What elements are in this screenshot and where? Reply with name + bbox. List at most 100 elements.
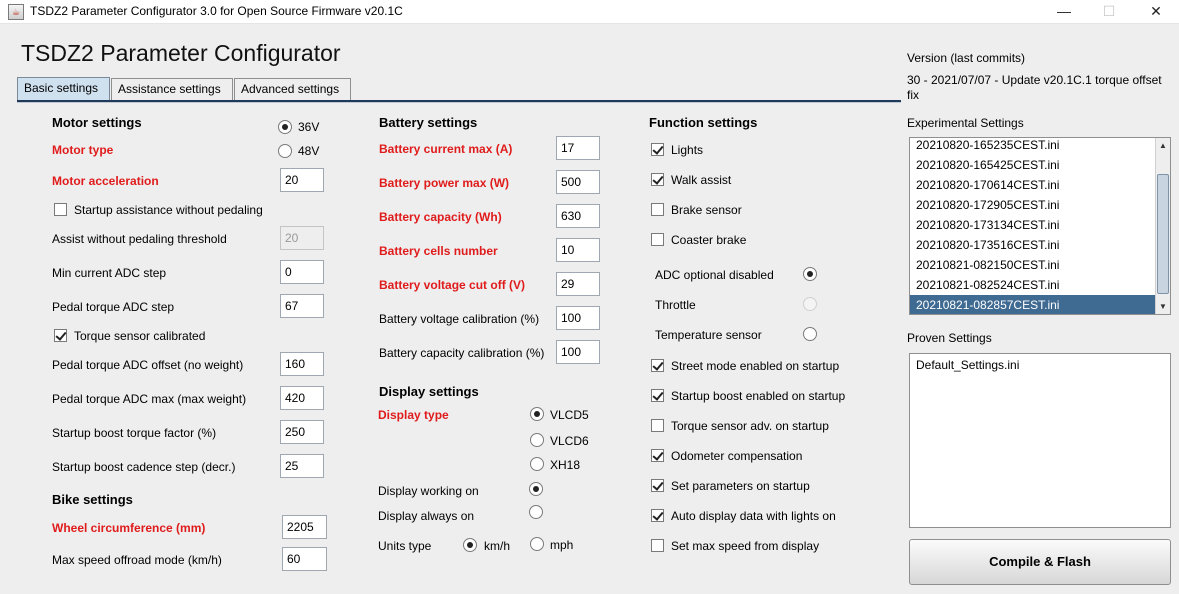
odometer-checkbox[interactable] [651, 449, 664, 462]
list-item[interactable]: 20210821-082524CEST.ini [912, 275, 1157, 295]
battery-cells-input[interactable]: 10 [556, 238, 600, 262]
assist-threshold-input: 20 [280, 226, 324, 250]
startup-boost-label: Startup boost enabled on startup [671, 389, 846, 403]
boost-cadence-input[interactable]: 25 [280, 454, 324, 478]
capacity-calibration-input[interactable]: 100 [556, 340, 600, 364]
walk-assist-checkbox[interactable] [651, 173, 664, 186]
proven-settings-list[interactable]: Default_Settings.ini [909, 353, 1171, 528]
display-always-on-radio[interactable] [529, 505, 543, 519]
boost-torque-input[interactable]: 250 [280, 420, 324, 444]
list-item[interactable]: 20210821-082150CEST.ini [912, 255, 1157, 275]
scroll-up-icon[interactable]: ▲ [1156, 138, 1170, 153]
battery-cutoff-label: Battery voltage cut off (V) [379, 278, 526, 292]
voltage-calibration-input[interactable]: 100 [556, 306, 600, 330]
bike-settings-heading: Bike settings [52, 492, 133, 507]
torque-adv-checkbox[interactable] [651, 419, 664, 432]
tab-divider-shadow [17, 102, 901, 103]
startup-boost-checkbox[interactable] [651, 389, 664, 402]
lights-checkbox[interactable] [651, 143, 664, 156]
coaster-brake-checkbox[interactable] [651, 233, 664, 246]
torque-max-label: Pedal torque ADC max (max weight) [52, 392, 247, 406]
list-item-selected[interactable]: 20210821-082857CEST.ini [910, 295, 1155, 314]
max-speed-offroad-input[interactable]: 60 [282, 547, 327, 571]
startup-assist-checkbox[interactable] [54, 203, 67, 216]
wheel-circumference-label: Wheel circumference (mm) [52, 521, 206, 535]
units-kmh-radio[interactable] [463, 538, 477, 552]
function-settings-heading: Function settings [649, 115, 758, 130]
java-icon: ☕ [8, 4, 24, 20]
display-vlcd5-radio[interactable] [530, 407, 544, 421]
list-item[interactable]: 20210820-173516CEST.ini [912, 235, 1157, 255]
set-max-speed-checkbox[interactable] [651, 539, 664, 552]
list-item[interactable]: 20210820-172905CEST.ini [912, 195, 1157, 215]
min-current-label: Min current ADC step [52, 266, 167, 280]
list-item[interactable]: 20210820-173134CEST.ini [912, 215, 1157, 235]
list-item[interactable]: 20210820-165235CEST.ini [912, 138, 1157, 155]
display-vlcd6-radio[interactable] [530, 433, 544, 447]
street-mode-checkbox[interactable] [651, 359, 664, 372]
lights-label: Lights [671, 143, 704, 157]
maximize-button[interactable]: ☐ [1086, 0, 1132, 24]
tab-assistance-settings[interactable]: Assistance settings [111, 78, 233, 100]
adc-disabled-radio[interactable] [803, 267, 817, 281]
torque-max-input[interactable]: 420 [280, 386, 324, 410]
throttle-radio [803, 297, 817, 311]
voltage-36v-radio[interactable] [278, 120, 292, 134]
voltage-calibration-label: Battery voltage calibration (%) [379, 312, 540, 326]
pedal-torque-step-label: Pedal torque ADC step [52, 300, 175, 314]
temperature-sensor-radio[interactable] [803, 327, 817, 341]
tab-basic-settings[interactable]: Basic settings [17, 77, 110, 101]
voltage-48v-label: 48V [298, 144, 320, 158]
battery-power-max-label: Battery power max (W) [379, 176, 510, 190]
battery-power-max-input[interactable]: 500 [556, 170, 600, 194]
battery-capacity-label: Battery capacity (Wh) [379, 210, 502, 224]
display-always-on-label: Display always on [378, 509, 475, 523]
walk-assist-label: Walk assist [671, 173, 732, 187]
version-label: Version (last commits) [907, 51, 1026, 65]
list-item[interactable]: Default_Settings.ini [912, 355, 1019, 375]
set-parameters-checkbox[interactable] [651, 479, 664, 492]
boost-torque-label: Startup boost torque factor (%) [52, 426, 217, 440]
units-mph-label: mph [550, 538, 574, 552]
display-settings-heading: Display settings [379, 384, 479, 399]
minimize-button[interactable]: — [1041, 0, 1087, 24]
display-xh18-radio[interactable] [530, 457, 544, 471]
window-title: TSDZ2 Parameter Configurator 3.0 for Ope… [30, 4, 403, 18]
scroll-down-icon[interactable]: ▼ [1156, 299, 1170, 314]
wheel-circumference-input[interactable]: 2205 [282, 515, 327, 539]
experimental-scrollbar[interactable]: ▲ ▼ [1155, 138, 1170, 314]
display-vlcd6-label: VLCD6 [550, 434, 589, 448]
close-button[interactable]: ✕ [1133, 0, 1179, 24]
torque-calibrated-checkbox[interactable] [54, 329, 67, 342]
battery-current-max-label: Battery current max (A) [379, 142, 513, 156]
units-mph-radio[interactable] [530, 537, 544, 551]
compile-flash-button[interactable]: Compile & Flash [909, 539, 1171, 585]
display-working-on-label: Display working on [378, 484, 479, 498]
throttle-label: Throttle [655, 298, 696, 312]
street-mode-label: Street mode enabled on startup [671, 359, 840, 373]
voltage-48v-radio[interactable] [278, 144, 292, 158]
list-item[interactable]: 20210820-165425CEST.ini [912, 155, 1157, 175]
pedal-torque-step-input[interactable]: 67 [280, 294, 324, 318]
torque-calibrated-label: Torque sensor calibrated [74, 329, 206, 343]
units-kmh-label: km/h [484, 539, 511, 553]
torque-offset-label: Pedal torque ADC offset (no weight) [52, 358, 244, 372]
torque-offset-input[interactable]: 160 [280, 352, 324, 376]
list-item[interactable]: 20210820-170614CEST.ini [912, 175, 1157, 195]
motor-acceleration-label: Motor acceleration [52, 174, 159, 188]
display-working-on-radio[interactable] [529, 482, 543, 496]
battery-capacity-input[interactable]: 630 [556, 204, 600, 228]
battery-current-max-input[interactable]: 17 [556, 136, 600, 160]
min-current-input[interactable]: 0 [280, 260, 324, 284]
brake-sensor-checkbox[interactable] [651, 203, 664, 216]
app-title: TSDZ2 Parameter Configurator [21, 40, 341, 66]
motor-settings-heading: Motor settings [52, 115, 142, 130]
experimental-settings-list[interactable]: 20210820-165235CEST.ini 20210820-165425C… [909, 137, 1171, 315]
tab-advanced-settings[interactable]: Advanced settings [234, 78, 351, 100]
scroll-thumb[interactable] [1157, 174, 1169, 294]
odometer-label: Odometer compensation [671, 449, 803, 463]
motor-acceleration-input[interactable]: 20 [280, 168, 324, 192]
auto-display-checkbox[interactable] [651, 509, 664, 522]
temperature-sensor-label: Temperature sensor [655, 328, 762, 342]
battery-cutoff-input[interactable]: 29 [556, 272, 600, 296]
